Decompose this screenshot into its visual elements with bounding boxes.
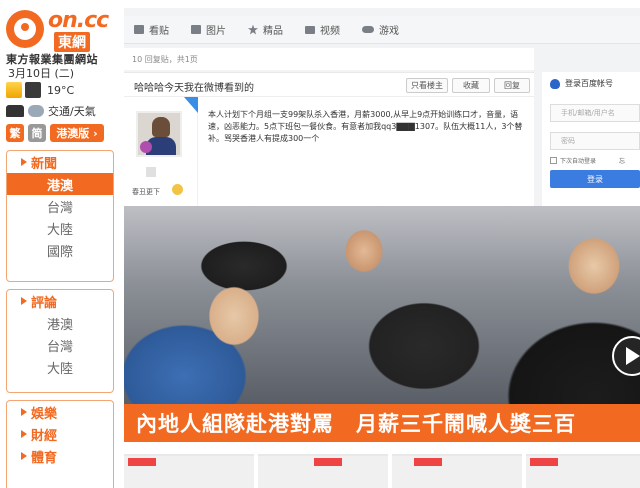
nav-item-taiwan[interactable]: 台灣 bbox=[7, 195, 113, 217]
phone-icon bbox=[25, 82, 41, 98]
forum-post: 哈哈哈今天我在微博看到的 只看楼主 收藏 回复 春丑更下 本人计划下个月组一支9… bbox=[124, 72, 534, 207]
post-title: 哈哈哈今天我在微博看到的 bbox=[134, 83, 254, 94]
logo-dot-icon bbox=[21, 23, 29, 31]
nav-comment-mainland[interactable]: 大陸 bbox=[7, 356, 113, 378]
nav-comment-taiwan[interactable]: 台灣 bbox=[7, 334, 113, 356]
headline-bar[interactable]: 內地人組隊赴港對罵 月薪三千鬧喊人獎三百 bbox=[124, 404, 640, 442]
traffic-weather-link[interactable]: 交通/天氣 bbox=[6, 103, 96, 119]
language-switcher: 繁 简 港澳版 › bbox=[6, 124, 104, 142]
thumb-tag bbox=[414, 458, 442, 466]
nav-item-mainland[interactable]: 大陸 bbox=[7, 217, 113, 239]
checkbox-icon bbox=[550, 157, 557, 164]
hk-macau-edition-button[interactable]: 港澳版 › bbox=[50, 124, 104, 142]
nav-finance[interactable]: 財經 bbox=[7, 423, 113, 445]
login-heading: 登录百度帐号 bbox=[550, 78, 613, 89]
nav-news: 新聞 港澳 台灣 大陸 國際 bbox=[6, 150, 114, 282]
tab-featured[interactable]: 精品 bbox=[248, 22, 283, 37]
tab-label: 看贴 bbox=[149, 26, 169, 37]
baidu-login-panel: 登录百度帐号 手机/邮箱/用户名 密码 下次自动登录 忘 登录 bbox=[542, 72, 640, 206]
tab-view-posts[interactable]: 看贴 bbox=[134, 22, 169, 37]
sun-icon bbox=[6, 82, 22, 98]
related-thumb[interactable] bbox=[526, 454, 640, 488]
avatar[interactable] bbox=[136, 111, 182, 157]
tab-label: 游戏 bbox=[379, 26, 399, 37]
medal-icon bbox=[172, 184, 183, 195]
headline: 內地人組隊赴港對罵 月薪三千鬧喊人獎三百 bbox=[136, 411, 576, 436]
paw-icon bbox=[550, 78, 560, 89]
related-strip bbox=[124, 442, 640, 488]
login-heading-text: 登录百度帐号 bbox=[565, 79, 613, 88]
forgot-link[interactable]: 忘 bbox=[619, 156, 625, 165]
post-icon bbox=[134, 25, 144, 34]
play-icon[interactable] bbox=[612, 336, 640, 376]
nav-item-international[interactable]: 國際 bbox=[7, 239, 113, 261]
nav-comment: 評論 港澳 台灣 大陸 bbox=[6, 289, 114, 393]
star-icon bbox=[248, 24, 258, 35]
password-field[interactable]: 密码 bbox=[550, 132, 640, 150]
flower-icon bbox=[140, 141, 152, 153]
tab-images[interactable]: 图片 bbox=[191, 22, 226, 37]
nav-sports[interactable]: 體育 bbox=[7, 445, 113, 467]
date-text: 3月10日 (二) bbox=[8, 67, 75, 80]
game-icon bbox=[362, 26, 374, 33]
traditional-button[interactable]: 繁 bbox=[6, 124, 24, 142]
related-thumb[interactable] bbox=[392, 454, 522, 488]
video-icon bbox=[305, 25, 315, 34]
thumb-tag bbox=[530, 458, 558, 466]
sidebar: on.cc 東網 東方報業集團網站 3月10日 (二) 19°C 交通/天氣 繁… bbox=[0, 0, 120, 488]
post-body: 本人计划下个月组一支99架队杀入香港，月薪3000,从早上9点开始训练口才，音量… bbox=[208, 110, 523, 143]
favorite-button[interactable]: 收藏 bbox=[452, 78, 490, 93]
weather-row[interactable]: 19°C bbox=[6, 82, 74, 98]
tab-label: 视频 bbox=[320, 26, 340, 37]
nav-item-hk-macau[interactable]: 港澳 bbox=[7, 173, 113, 195]
traffic-weather-label: 交通/天氣 bbox=[48, 105, 96, 118]
related-thumb[interactable] bbox=[258, 454, 388, 488]
author-name[interactable]: 春丑更下 bbox=[132, 187, 160, 197]
nav-more: 娛樂 財經 體育 bbox=[6, 400, 114, 488]
thumb-tag bbox=[128, 458, 156, 466]
nav-entertainment[interactable]: 娛樂 bbox=[7, 401, 113, 423]
level-icon bbox=[146, 167, 156, 177]
car-icon bbox=[6, 105, 24, 117]
reply-button[interactable]: 回复 bbox=[494, 78, 530, 93]
login-button[interactable]: 登录 bbox=[550, 170, 640, 188]
auto-login-label: 下次自动登录 bbox=[560, 158, 597, 165]
nav-comment-heading[interactable]: 評論 bbox=[7, 290, 113, 312]
author-only-button[interactable]: 只看楼主 bbox=[406, 78, 448, 93]
page: on.cc 東網 東方報業集團網站 3月10日 (二) 19°C 交通/天氣 繁… bbox=[0, 0, 640, 488]
author-column: 春丑更下 bbox=[124, 97, 198, 207]
forum-tabbar: 看贴 图片 精品 视频 游戏 bbox=[124, 16, 640, 44]
image-icon bbox=[191, 25, 201, 34]
simplified-button[interactable]: 简 bbox=[28, 124, 46, 142]
cloud-icon bbox=[28, 105, 44, 117]
post-header: 哈哈哈今天我在微博看到的 只看楼主 收藏 回复 bbox=[124, 73, 534, 97]
reply-count: 10 回复贴，共1页 bbox=[124, 48, 534, 70]
news-photo[interactable] bbox=[124, 206, 640, 404]
tab-games[interactable]: 游戏 bbox=[362, 22, 399, 37]
temperature: 19°C bbox=[47, 83, 75, 97]
nav-news-heading[interactable]: 新聞 bbox=[7, 151, 113, 173]
oncc-logo[interactable]: on.cc 東網 bbox=[4, 6, 116, 52]
logo-dongwang-text: 東網 bbox=[54, 32, 90, 52]
auto-login-checkbox[interactable]: 下次自动登录 忘 bbox=[550, 156, 625, 165]
tab-label: 精品 bbox=[263, 26, 283, 37]
nav-comment-hk-macau[interactable]: 港澳 bbox=[7, 312, 113, 334]
tab-label: 图片 bbox=[206, 26, 226, 37]
related-thumb[interactable] bbox=[124, 454, 254, 488]
logo-oncc-text: on.cc bbox=[48, 8, 109, 33]
tab-video[interactable]: 视频 bbox=[305, 22, 340, 37]
username-field[interactable]: 手机/邮箱/用户名 bbox=[550, 104, 640, 122]
thumb-tag bbox=[314, 458, 342, 466]
